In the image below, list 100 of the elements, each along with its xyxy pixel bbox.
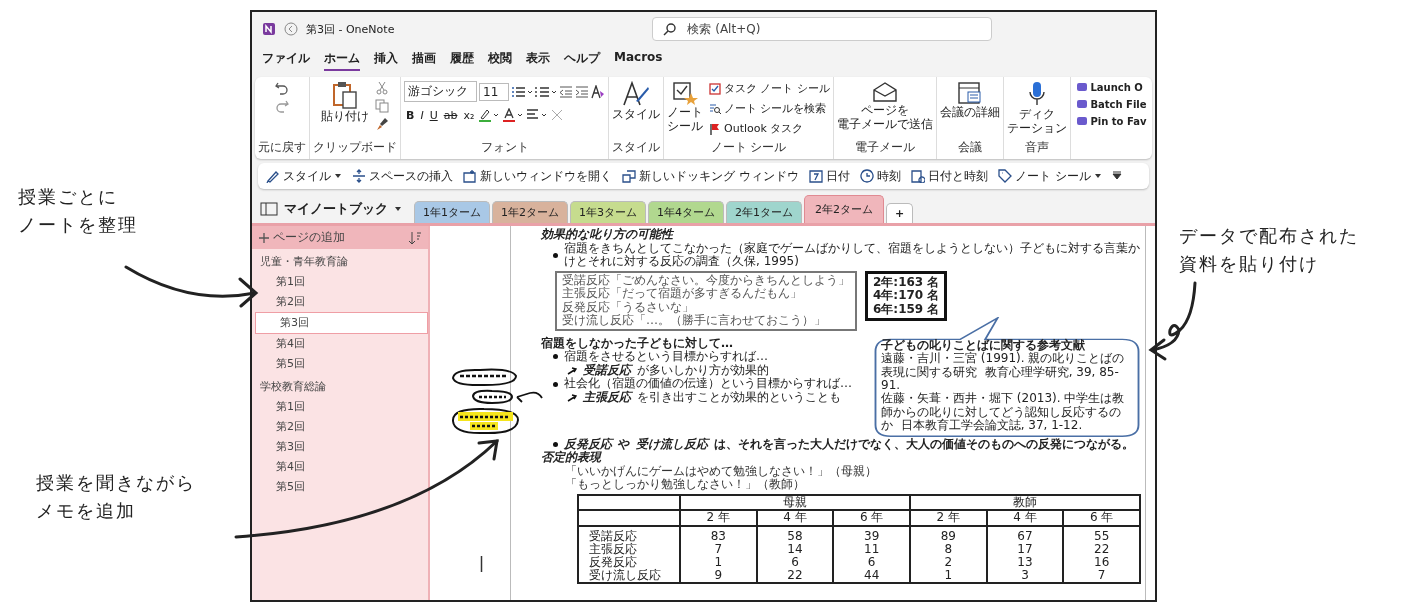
section-tab[interactable]: 1年2ターム [492, 201, 568, 223]
add-section-tab[interactable]: + [886, 203, 914, 223]
table-cell: 14 [756, 542, 834, 556]
menu-tab[interactable]: ホーム [324, 50, 360, 71]
menu-tab[interactable]: Macros [614, 50, 663, 71]
bullet-text: は、それを言った大人だけでなく、大人の価値そのものへの反発につながる。 [714, 437, 1134, 452]
section-tab[interactable]: 1年3ターム [570, 201, 646, 223]
undo-icon[interactable] [274, 81, 290, 95]
menu-tab[interactable]: 校閲 [488, 50, 512, 71]
back-icon[interactable] [284, 22, 298, 36]
find-tags-button[interactable]: ノート シールを検索 [709, 101, 830, 116]
insert-space-icon [352, 169, 366, 183]
group-label: 電子メール [855, 139, 915, 156]
toolbar-button[interactable]: 時刻 [859, 167, 901, 185]
menu-tab[interactable]: 履歴 [450, 50, 474, 71]
toolbar-button[interactable]: 日付 [808, 167, 850, 185]
font-color-icon[interactable] [502, 108, 525, 122]
participant-count: 2年:163 名 [873, 275, 940, 289]
paste-button[interactable]: 貼り付け [321, 81, 369, 124]
search-field[interactable]: 検索 (Alt+Q) [652, 17, 993, 41]
envelope-icon [872, 81, 898, 103]
group-label: ノート シール [710, 139, 787, 156]
section-heading[interactable]: 学校教育総論 [252, 374, 428, 397]
add-in-button[interactable]: Launch O [1076, 81, 1147, 93]
page-item[interactable]: 第5回 [252, 477, 428, 497]
add-page-button[interactable]: ページの追加 [258, 229, 345, 246]
bullet-text: 宿題をさせるという目標からすれば… [564, 350, 768, 364]
page-item[interactable]: 第2回 [252, 292, 428, 312]
annotation-text: ノートを整理 [18, 213, 138, 237]
toolbar-button[interactable]: ノート シール [997, 167, 1102, 185]
scissors-icon[interactable] [375, 81, 389, 95]
table-cell: 3 [986, 568, 1064, 583]
toolbar-button[interactable]: スタイル [266, 167, 342, 185]
outdent-icon[interactable] [559, 84, 573, 99]
sort-icon[interactable] [408, 230, 422, 245]
page-item[interactable]: 第4回 [252, 334, 428, 354]
handwritten-term: 主張反応 [583, 390, 631, 405]
table-header: 教師 [909, 494, 1140, 511]
numbered-list-icon[interactable] [535, 84, 557, 99]
document-heading: 効果的な叱り方の可能性 [541, 228, 675, 241]
checked-box-icon [709, 82, 721, 95]
highlighter-icon[interactable] [478, 108, 501, 122]
bullet-list-icon[interactable] [511, 84, 533, 99]
page-item[interactable]: 第5回 [252, 354, 428, 374]
notebook-dropdown[interactable]: マイノートブック [260, 200, 402, 223]
meeting-details-button[interactable]: 会議の詳細 [940, 81, 1000, 120]
email-page-button[interactable]: ページを 電子メールで送信 [837, 81, 933, 132]
page-item[interactable]: 第4回 [252, 457, 428, 477]
format-button[interactable]: U [427, 108, 440, 122]
section-tab[interactable]: 1年1ターム [414, 201, 490, 223]
section-tab[interactable]: 2年1ターム [726, 201, 802, 223]
app-logo-icon [262, 22, 276, 36]
note-tag-button[interactable]: ノート シール [667, 81, 703, 134]
bullet-icon [553, 381, 558, 387]
font-family-dropdown[interactable]: 游ゴシック [404, 81, 477, 102]
handwritten-term: 受け流し反応 [636, 437, 708, 452]
add-in-button[interactable]: Batch File [1076, 98, 1147, 110]
table-cell: 44 [833, 568, 910, 583]
add-in-icon [1076, 98, 1089, 110]
format-button[interactable]: I [418, 108, 426, 122]
annotation-text: 授業を聞きながら [36, 471, 196, 495]
table-cell: 7 [680, 542, 757, 556]
brush-icon[interactable] [375, 117, 389, 131]
section-tab[interactable]: 2年2ターム [804, 195, 884, 223]
align-icon[interactable] [526, 108, 549, 122]
section-tab[interactable]: 1年4ターム [648, 201, 724, 223]
indent-icon[interactable] [575, 84, 589, 99]
toolbar-button[interactable]: 日付と時刻 [910, 167, 988, 185]
style-button[interactable]: スタイル [612, 81, 660, 122]
table-cell: 9 [680, 568, 757, 583]
table-cell: 22 [756, 568, 834, 583]
table-cell: 1 [909, 568, 987, 583]
table-cell: 6 [833, 555, 910, 569]
menu-tab[interactable]: ヘルプ [564, 50, 600, 71]
section-heading[interactable]: 児童・青年教育論 [252, 249, 428, 272]
font-size-dropdown[interactable]: 11 [479, 82, 509, 101]
toolbar-button[interactable]: 新しいドッキング ウィンドウ [622, 167, 799, 185]
menu-tab[interactable]: ファイル [262, 50, 310, 71]
task-tag-button[interactable]: タスク ノート シール [709, 81, 830, 96]
page-item[interactable]: 第3回 [252, 437, 428, 457]
toolbar-button[interactable]: 新しいウィンドウを開く [463, 167, 612, 185]
outlook-task-button[interactable]: Outlook タスク [709, 121, 830, 136]
format-button[interactable]: x₂ [461, 108, 477, 122]
page-item[interactable]: 第3回 [255, 312, 428, 334]
menu-tab[interactable]: 表示 [526, 50, 550, 71]
format-button[interactable]: B [404, 108, 417, 122]
text-cursor-icon [480, 556, 483, 572]
dictate-button[interactable]: ディク テーション [1007, 81, 1067, 136]
page-item[interactable]: 第1回 [252, 397, 428, 417]
toolbar-button[interactable]: スペースの挿入 [352, 167, 453, 185]
clear-format-icon[interactable] [591, 84, 605, 99]
format-button[interactable]: ab [441, 108, 460, 122]
group-label: 音声 [1025, 139, 1049, 156]
menu-tab[interactable]: 挿入 [374, 50, 398, 71]
add-in-button[interactable]: Pin to Fav [1076, 115, 1147, 127]
menu-tab[interactable]: 描画 [412, 50, 436, 71]
page-item[interactable]: 第2回 [252, 417, 428, 437]
page-item[interactable]: 第1回 [252, 272, 428, 292]
more-caret-icon[interactable] [1111, 171, 1122, 181]
table-cell: 6 [756, 555, 834, 569]
